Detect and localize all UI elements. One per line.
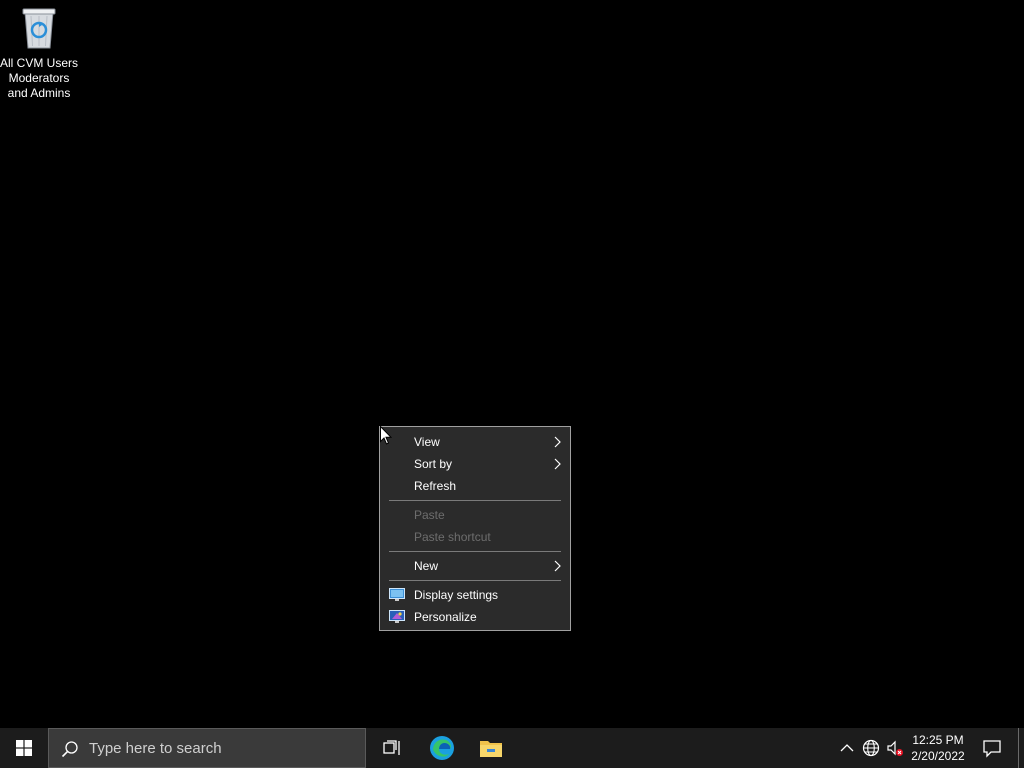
chevron-up-icon[interactable] xyxy=(838,739,856,757)
menu-item-view[interactable]: View xyxy=(380,431,570,453)
menu-separator xyxy=(389,551,561,552)
menu-item-label: Sort by xyxy=(414,457,453,471)
search-icon xyxy=(61,741,78,758)
desktop[interactable]: All CVM Users Moderators and Admins View… xyxy=(0,0,1024,728)
menu-item-personalize[interactable]: Personalize xyxy=(380,606,570,628)
menu-separator xyxy=(389,500,561,501)
mouse-cursor-icon xyxy=(380,426,392,445)
file-explorer-icon xyxy=(480,741,502,757)
task-view-icon xyxy=(383,740,400,755)
chevron-right-icon xyxy=(554,560,561,572)
menu-item-display-settings[interactable]: Display settings xyxy=(380,584,570,606)
notification-center-icon[interactable] xyxy=(982,738,1002,758)
menu-item-refresh[interactable]: Refresh xyxy=(380,475,570,497)
menu-item-label: Refresh xyxy=(414,479,457,493)
recycle-bin-icon xyxy=(22,8,56,49)
task-view-button[interactable] xyxy=(368,728,416,768)
personalize-icon xyxy=(389,610,405,623)
chevron-right-icon xyxy=(554,458,561,470)
menu-item-new[interactable]: New xyxy=(380,555,570,577)
edge-taskbar-button[interactable] xyxy=(418,728,466,768)
search-placeholder: Type here to search xyxy=(89,740,222,757)
menu-separator xyxy=(389,580,561,581)
menu-item-paste-shortcut: Paste shortcut xyxy=(380,526,570,548)
chevron-right-icon xyxy=(554,436,561,448)
menu-item-paste: Paste xyxy=(380,504,570,526)
clock-time: 12:25 PM xyxy=(912,733,964,747)
taskbar: Type here to search 12:25 PM 2/20/2022 xyxy=(0,728,1024,768)
menu-item-sort-by[interactable]: Sort by xyxy=(380,453,570,475)
menu-item-label: Paste shortcut xyxy=(414,530,491,544)
menu-item-label: Display settings xyxy=(414,588,499,602)
clock-date: 2/20/2022 xyxy=(911,749,965,763)
taskbar-search-box[interactable]: Type here to search xyxy=(48,728,366,768)
desktop-icon-recycle-bin[interactable]: All CVM Users Moderators and Admins xyxy=(0,6,78,101)
desktop-icon-label: All CVM Users Moderators and Admins xyxy=(0,56,79,100)
network-icon[interactable] xyxy=(862,739,880,757)
menu-item-label: View xyxy=(414,435,440,449)
taskbar-clock[interactable]: 12:25 PM 2/20/2022 xyxy=(902,732,974,764)
windows-logo-icon xyxy=(16,740,32,756)
menu-item-label: Paste xyxy=(414,508,445,522)
desktop-context-menu: View Sort by Refresh Paste Paste shortcu… xyxy=(379,426,571,631)
file-explorer-taskbar-button[interactable] xyxy=(467,728,515,768)
start-button[interactable] xyxy=(0,728,48,768)
show-desktop-button[interactable] xyxy=(1018,728,1024,768)
display-settings-icon xyxy=(389,588,405,601)
menu-item-label: New xyxy=(414,559,439,573)
edge-icon xyxy=(430,736,454,760)
menu-item-label: Personalize xyxy=(414,610,477,624)
